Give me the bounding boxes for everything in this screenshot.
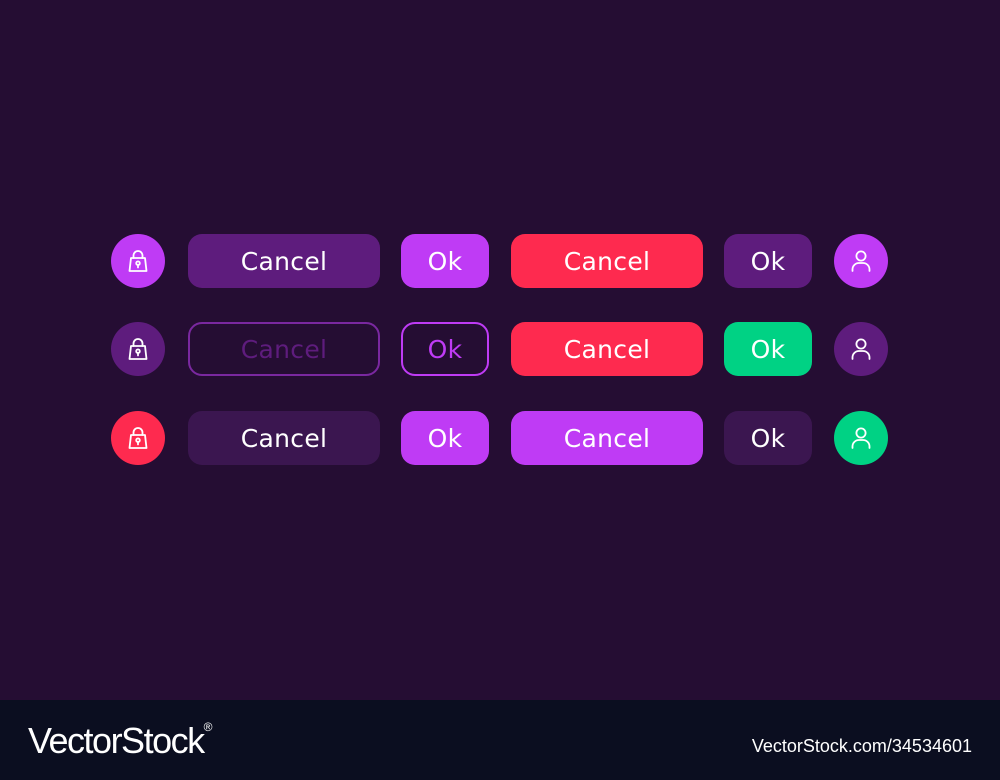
button-row-1: Cancel Ok Cancel Ok [0, 234, 1000, 290]
ok-button[interactable]: Ok [724, 322, 812, 376]
ok-button[interactable]: Ok [401, 234, 489, 288]
button-row-2: Cancel Ok Cancel Ok [0, 322, 1000, 378]
ok-button[interactable]: Ok [724, 411, 812, 465]
cancel-button[interactable]: Cancel [188, 411, 380, 465]
registered-mark: ® [203, 720, 213, 734]
cancel-button[interactable]: Cancel [511, 322, 703, 376]
user-icon-button[interactable] [834, 411, 888, 465]
cancel-button[interactable]: Cancel [188, 234, 380, 288]
brand-name: VectorStock [28, 720, 205, 761]
lock-icon-button[interactable] [111, 322, 165, 376]
user-icon-button[interactable] [834, 234, 888, 288]
ui-kit-canvas: Cancel Ok Cancel Ok Cancel Ok Cancel Ok [0, 0, 1000, 700]
cancel-button[interactable]: Cancel [188, 322, 380, 376]
user-icon [851, 338, 871, 360]
lock-icon-button[interactable] [111, 411, 165, 465]
user-icon [851, 250, 871, 272]
stock-image-id: VectorStock.com/34534601 [751, 736, 972, 756]
lock-icon-button[interactable] [111, 234, 165, 288]
lock-icon [128, 338, 148, 360]
lock-icon [128, 250, 148, 272]
ok-button[interactable]: Ok [724, 234, 812, 288]
cancel-button[interactable]: Cancel [511, 234, 703, 288]
ok-button[interactable]: Ok [401, 322, 489, 376]
vectorstock-logo: VectorStock® [28, 720, 212, 762]
user-icon-button[interactable] [834, 322, 888, 376]
cancel-button[interactable]: Cancel [511, 411, 703, 465]
watermark-footer: VectorStock® VectorStock.com/34534601 [0, 700, 1000, 780]
user-icon [851, 427, 871, 449]
ok-button[interactable]: Ok [401, 411, 489, 465]
lock-icon [128, 427, 148, 449]
button-row-3: Cancel Ok Cancel Ok [0, 411, 1000, 467]
